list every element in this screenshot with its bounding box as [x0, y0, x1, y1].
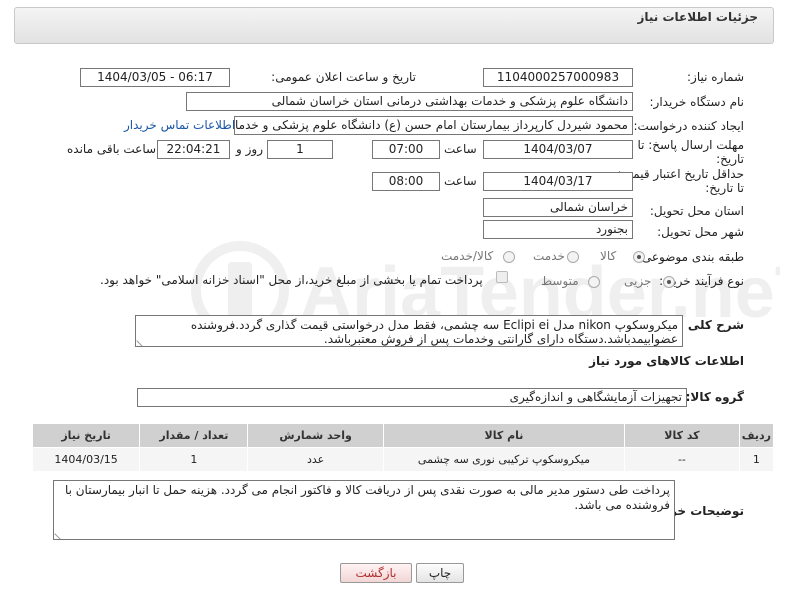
buyer-contact-link[interactable]: اطلاعات تماس خریدار [124, 118, 235, 132]
cell-goods-name: میکروسکوپ ترکیبی نوری سه چشمی [382, 447, 626, 472]
category-both-radio[interactable] [503, 251, 515, 263]
items-table: ردیف کد کالا نام کالا واحد شمارش تعداد /… [31, 423, 775, 472]
goods-info-title: اطلاعات کالاهای مورد نیاز [589, 354, 744, 368]
category-service-label: خدمت [533, 249, 565, 263]
province-field: خراسان شمالی [483, 198, 633, 217]
col-header-quantity: تعداد / مقدار [139, 423, 249, 448]
validity-label-1: حداقل تاریخ اعتبار قیمت: [617, 167, 744, 181]
buyer-org-field: دانشگاه علوم پزشکی و خدمات بهداشتی درمان… [186, 92, 633, 111]
process-minor-label: جزیی [624, 274, 652, 288]
process-medium-label: متوسط [541, 274, 579, 288]
page-title: جزئیات اطلاعات نیاز [637, 10, 758, 24]
deadline-time-field: 07:00 [372, 140, 440, 159]
description-textarea[interactable]: میکروسکوپ nikon مدل Eclipi ei سه چشمی، ف… [135, 315, 683, 347]
col-header-unit: واحد شمارش [247, 423, 384, 448]
table-header-row: ردیف کد کالا نام کالا واحد شمارش تعداد /… [31, 423, 775, 448]
validity-label-2: تا تاریخ: [705, 181, 744, 195]
province-label: استان محل تحویل: [649, 204, 744, 218]
table-row: 1 -- میکروسکوپ ترکیبی نوری سه چشمی عدد 1… [31, 447, 775, 472]
col-header-goods-name: نام کالا [382, 423, 626, 448]
announce-field: 1404/03/05 - 06:17 [80, 68, 230, 87]
process-minor-radio[interactable] [663, 276, 675, 288]
validity-time-label: ساعت [444, 174, 477, 188]
city-field: بجنورد [483, 220, 633, 239]
announce-label: تاریخ و ساعت اعلان عمومی: [271, 70, 416, 84]
print-button[interactable]: چاپ [416, 563, 464, 583]
creator-field: محمود شیردل کارپرداز بیمارستان امام حسن … [234, 116, 633, 135]
category-goods-radio[interactable] [633, 251, 645, 263]
cell-quantity: 1 [139, 447, 249, 472]
city-label: شهر محل تحویل: [657, 225, 744, 239]
resize-grip-icon[interactable] [54, 528, 66, 539]
validity-date-field: 1404/03/17 [483, 172, 633, 191]
cell-goods-code: -- [624, 447, 740, 472]
goods-group-field: تجهیزات آزمایشگاهی و اندازه‌گیری [137, 388, 687, 407]
process-medium-radio[interactable] [588, 276, 600, 288]
buyer-notes-text: پرداخت طی دستور مدیر مالی به صورت نقدی پ… [64, 483, 670, 512]
buyer-org-label: نام دستگاه خریدار: [649, 95, 745, 109]
category-label: طبقه بندی موضوعی: [637, 250, 744, 264]
resize-grip-icon[interactable] [136, 335, 148, 346]
cell-need-date: 1404/03/15 [31, 447, 141, 472]
creator-label: ایجاد کننده درخواست: [633, 119, 744, 133]
cell-unit: عدد [247, 447, 384, 472]
col-header-row-number: ردیف [738, 423, 775, 448]
goods-group-label: گروه کالا: [685, 390, 744, 404]
back-button[interactable]: بازگشت [340, 563, 412, 583]
need-number-label: شماره نیاز: [687, 70, 744, 84]
deadline-days-field: 1 [267, 140, 333, 159]
cell-row-number: 1 [738, 447, 775, 472]
buyer-notes-textarea[interactable]: پرداخت طی دستور مدیر مالی به صورت نقدی پ… [53, 480, 675, 540]
remaining-time-field: 22:04:21 [157, 140, 230, 159]
validity-time-field: 08:00 [372, 172, 440, 191]
deadline-time-label: ساعت [444, 142, 477, 156]
need-number-field: 1104000257000983 [483, 68, 633, 87]
remaining-time-label: ساعت باقی مانده [67, 142, 157, 156]
description-text: میکروسکوپ nikon مدل Eclipi ei سه چشمی، ف… [190, 318, 678, 346]
deadline-label-2: تاریخ: [716, 152, 744, 166]
category-service-radio[interactable] [567, 251, 579, 263]
category-both-label: کالا/خدمت [441, 249, 494, 263]
col-header-need-date: تاریخ نیاز [31, 423, 141, 448]
deadline-date-field: 1404/03/07 [483, 140, 633, 159]
category-goods-label: کالا [600, 249, 617, 263]
treasury-checkbox[interactable] [496, 271, 508, 283]
deadline-label-1: مهلت ارسال پاسخ: تا [637, 138, 744, 152]
col-header-goods-code: کد کالا [624, 423, 740, 448]
deadline-days-label: روز و [236, 142, 263, 156]
treasury-checkbox-label: پرداخت تمام یا بخشی از مبلغ خرید،از محل … [100, 273, 483, 287]
